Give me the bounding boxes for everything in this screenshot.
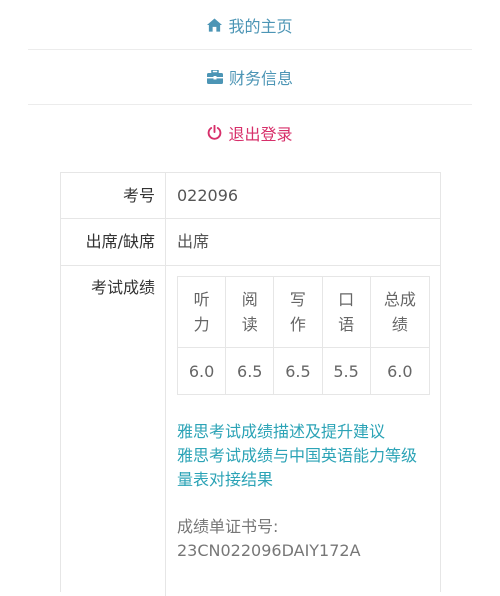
menu-item-finance-label: 财务信息 <box>228 69 293 88</box>
attendance-row: 出席/缺席 出席 <box>61 219 440 266</box>
score-table: 听力 阅读 写作 口语 总成绩 6.0 6.5 6.5 5.5 6.0 <box>176 276 431 395</box>
score-header-row: 听力 阅读 写作 口语 总成绩 <box>176 276 431 348</box>
certificate-number: 23CN022096DAIY172A <box>177 541 361 560</box>
exam-details-table: 考号 022096 出席/缺席 出席 考试成绩 听力 阅读 写作 口语 总成绩 … <box>60 172 441 596</box>
menu-item-logout[interactable]: 退出登录 <box>28 105 472 160</box>
menu-item-logout-label: 退出登录 <box>228 124 293 144</box>
header-overall: 总成绩 <box>369 276 431 348</box>
power-icon <box>207 125 222 140</box>
score-value-row: 6.0 6.5 6.5 5.5 6.0 <box>176 347 431 395</box>
results-value: 听力 阅读 写作 口语 总成绩 6.0 6.5 6.5 5.5 6.0 雅思考试… <box>166 266 440 596</box>
result-links: 雅思考试成绩描述及提升建议 雅思考试成绩与中国英语能力等级量表对接结果 <box>177 420 422 492</box>
score-writing: 6.5 <box>273 347 323 395</box>
attendance-label: 出席/缺席 <box>61 219 166 265</box>
results-row: 考试成绩 听力 阅读 写作 口语 总成绩 6.0 6.5 6.5 5.5 6.0 <box>61 266 440 596</box>
menu-item-home[interactable]: 我的主页 <box>28 0 472 50</box>
exam-number-label: 考号 <box>61 173 166 218</box>
home-icon <box>207 17 223 32</box>
certificate-label: 成绩单证书号: <box>177 517 279 536</box>
header-listening: 听力 <box>176 276 227 348</box>
menu-item-finance[interactable]: 财务信息 <box>28 50 472 105</box>
attendance-value: 出席 <box>177 232 210 251</box>
header-reading: 阅读 <box>225 276 275 348</box>
exam-number-value: 022096 <box>177 186 239 205</box>
user-menu: 我的主页 财务信息 退出登录 <box>28 0 472 160</box>
score-description-link[interactable]: 雅思考试成绩描述及提升建议 <box>177 420 422 444</box>
score-speaking: 5.5 <box>321 347 371 395</box>
header-speaking: 口语 <box>321 276 371 348</box>
score-listening: 6.0 <box>176 347 227 395</box>
certificate-info: 成绩单证书号: 23CN022096DAIY172A <box>177 515 440 563</box>
menu-item-home-label: 我的主页 <box>228 16 293 36</box>
header-writing: 写作 <box>273 276 323 348</box>
briefcase-icon <box>206 70 223 84</box>
score-overall: 6.0 <box>369 347 431 395</box>
results-label: 考试成绩 <box>61 266 166 596</box>
score-reading: 6.5 <box>225 347 275 395</box>
score-mapping-link[interactable]: 雅思考试成绩与中国英语能力等级量表对接结果 <box>177 444 422 492</box>
exam-number-row: 考号 022096 <box>61 173 440 219</box>
